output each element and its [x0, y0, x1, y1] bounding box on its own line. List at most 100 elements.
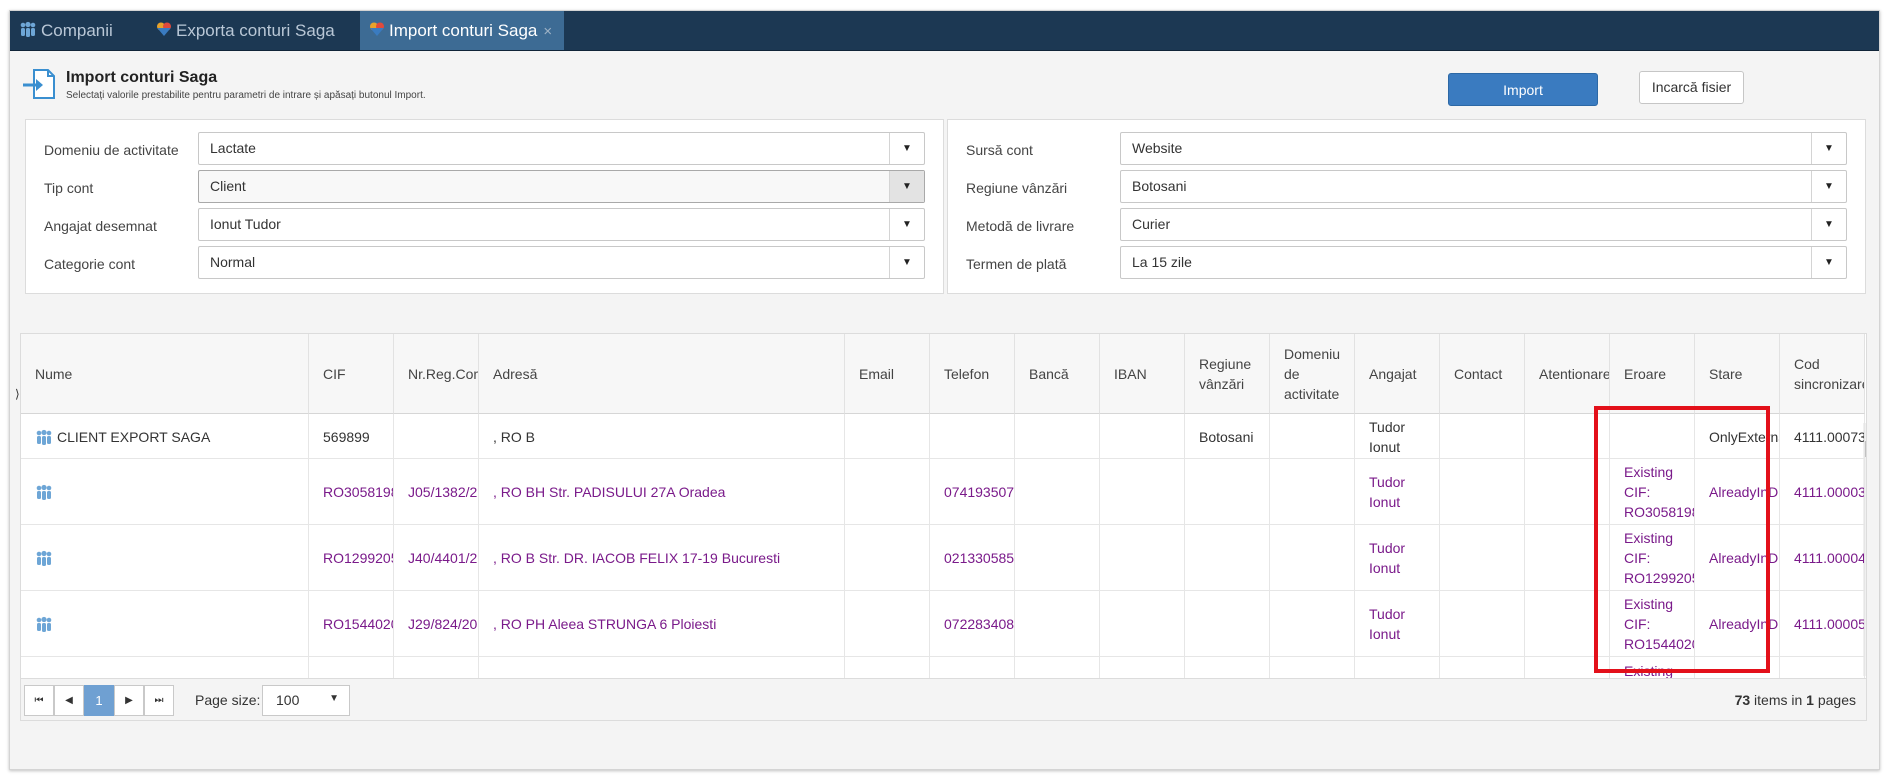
scroll-thumb[interactable]: [1865, 441, 1866, 457]
cell-cod: 4111.00073: [1780, 414, 1865, 459]
cell-adresa: , RO BH Str. PADISULUI 27A Oradea: [479, 459, 845, 525]
cell-domeniu: [1270, 525, 1355, 591]
cell-iban: [1100, 657, 1185, 678]
column-header-banca[interactable]: Bancă: [1015, 334, 1100, 414]
chevron-down-icon[interactable]: ▼: [889, 171, 924, 202]
column-header-domeniu[interactable]: Domeniu de activitate: [1270, 334, 1355, 414]
prev-page-button[interactable]: ◀: [54, 685, 84, 716]
column-header-regiune[interactable]: Regiune vânzări: [1185, 334, 1270, 414]
cell-angajat: Tudor Ionut: [1355, 591, 1440, 657]
column-header-cif[interactable]: CIF: [309, 334, 394, 414]
chevron-down-icon[interactable]: ▼: [1811, 171, 1846, 202]
next-page-button[interactable]: ▶: [114, 685, 144, 716]
chevron-down-icon[interactable]: ▼: [1811, 247, 1846, 278]
people-icon: [35, 484, 53, 505]
field-label-livrare: Metodă de livrare: [966, 218, 1075, 234]
tab-strip: Companii Exporta conturi Saga Import con…: [10, 11, 1879, 51]
column-header-angajat[interactable]: Angajat: [1355, 334, 1440, 414]
cell-domeniu: [1270, 414, 1355, 459]
cell-cif: RO1299205: [309, 525, 394, 591]
chevron-down-icon[interactable]: ▼: [889, 133, 924, 164]
cell-cod: 4111.00005: [1780, 591, 1865, 657]
sursa-select[interactable]: Website ▼: [1120, 132, 1847, 165]
cell-email: [845, 591, 930, 657]
column-header-nrreg[interactable]: Nr.Reg.Com: [394, 334, 479, 414]
cell-nrreg: [394, 657, 479, 678]
cell-contact: [1440, 657, 1525, 678]
column-header-cod[interactable]: Cod sincronizare: [1780, 334, 1865, 414]
tab-companii[interactable]: Companii: [10, 11, 140, 50]
cell-banca: [1015, 525, 1100, 591]
cell-adresa: , RO B Str. DR. IACOB FELIX 17-19 Bucure…: [479, 525, 845, 591]
cell-nrreg: [394, 414, 479, 459]
cell-angajat: Tudor Ionut: [1355, 525, 1440, 591]
cell-telefon: [930, 414, 1015, 459]
cell-contact: [1440, 414, 1525, 459]
cell-angajat: Tudor Ionut: [1355, 414, 1440, 459]
last-page-button[interactable]: ⏭: [144, 685, 174, 716]
people-icon: [35, 550, 53, 571]
upload-file-button[interactable]: Incarcă fisier: [1639, 71, 1744, 104]
cell-banca: [1015, 414, 1100, 459]
column-header-stare[interactable]: Stare: [1695, 334, 1780, 414]
cell-eroare: Existing CIF: RO1299205: [1610, 525, 1695, 591]
cell-banca: [1015, 591, 1100, 657]
cell-nume: [21, 591, 309, 657]
cell-domeniu: [1270, 657, 1355, 678]
tip-cont-select[interactable]: Client ▼: [198, 170, 925, 203]
cursor-icon: ⟩: [15, 387, 20, 401]
column-header-atentionare[interactable]: Atentionare: [1525, 334, 1610, 414]
page-subtitle: Selectați valorile prestabilite pentru p…: [66, 90, 426, 101]
termen-select[interactable]: La 15 zile ▼: [1120, 246, 1847, 279]
column-header-eroare[interactable]: Eroare: [1610, 334, 1695, 414]
column-header-email[interactable]: Email: [845, 334, 930, 414]
cell-nume: [21, 525, 309, 591]
import-button[interactable]: Import: [1448, 73, 1598, 106]
cell-cod: [1780, 657, 1865, 678]
chevron-down-icon[interactable]: ▼: [1811, 133, 1846, 164]
cell-adresa: , RO PH Aleea STRUNGA 6 Ploiesti: [479, 591, 845, 657]
cell-cod: 4111.00003: [1780, 459, 1865, 525]
field-label-domeniu: Domeniu de activitate: [44, 142, 179, 158]
close-icon[interactable]: ×: [543, 23, 552, 40]
cell-stare: [1695, 657, 1780, 678]
pager: ⏮ ◀ 1 ▶ ⏭ Page size: 100 ▼ 73 items in 1 …: [20, 679, 1867, 721]
angajat-select[interactable]: Ionut Tudor ▼: [198, 208, 925, 241]
tab-exporta[interactable]: Exporta conturi Saga: [147, 11, 353, 50]
cell-iban: [1100, 591, 1185, 657]
tab-import[interactable]: Import conturi Saga ×: [360, 11, 564, 50]
column-header-adresa[interactable]: Adresă: [479, 334, 845, 414]
page-size-select[interactable]: 100 ▼: [262, 685, 350, 716]
column-header-iban[interactable]: IBAN: [1100, 334, 1185, 414]
current-page-button[interactable]: 1: [84, 685, 114, 716]
categorie-select[interactable]: Normal ▼: [198, 246, 925, 279]
people-icon: [35, 616, 53, 637]
grid-toolbar: [20, 323, 1867, 333]
cell-regiune: [1185, 459, 1270, 525]
livrare-select[interactable]: Curier ▼: [1120, 208, 1847, 241]
cell-stare: AlreadyInDb: [1695, 525, 1780, 591]
domeniu-select[interactable]: Lactate ▼: [198, 132, 925, 165]
cell-eroare: [1610, 414, 1695, 459]
first-page-button[interactable]: ⏮: [24, 685, 54, 716]
column-header-contact[interactable]: Contact: [1440, 334, 1525, 414]
accounts-grid: ▲ ▼ NumeCIFNr.Reg.ComAdresăEmailTelefonB…: [20, 333, 1867, 679]
cell-domeniu: [1270, 459, 1355, 525]
cell-telefon: 0741935071: [930, 459, 1015, 525]
chevron-down-icon[interactable]: ▼: [889, 247, 924, 278]
cell-cif: RO1544020: [309, 591, 394, 657]
cell-iban: [1100, 414, 1185, 459]
cell-telefon: 0213305856: [930, 525, 1015, 591]
cell-telefon: 0722834080: [930, 591, 1015, 657]
chevron-down-icon[interactable]: ▼: [1811, 209, 1846, 240]
regiune-select[interactable]: Botosani ▼: [1120, 170, 1847, 203]
cell-nume: [21, 657, 309, 678]
chevron-down-icon[interactable]: ▼: [889, 209, 924, 240]
cell-regiune: [1185, 591, 1270, 657]
cell-banca: [1015, 657, 1100, 678]
defaults-panel-right: Sursă cont Website ▼ Regiune vânzări Boto…: [947, 119, 1866, 294]
column-header-telefon[interactable]: Telefon: [930, 334, 1015, 414]
column-header-nume[interactable]: Nume: [21, 334, 309, 414]
scroll-down-icon[interactable]: ▼: [1865, 663, 1866, 672]
scroll-up-icon[interactable]: ▲: [1865, 425, 1866, 434]
